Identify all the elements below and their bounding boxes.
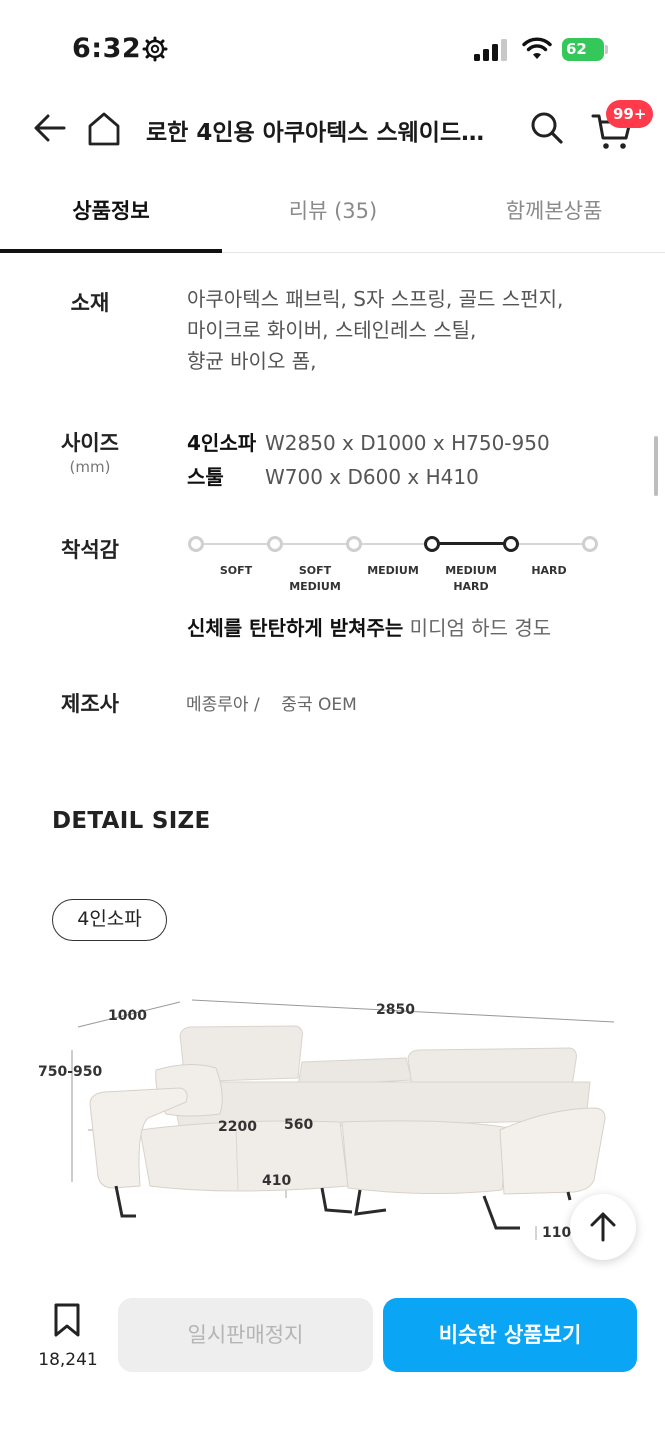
firmness-label: 착석감 [61,538,119,562]
battery-icon: 62 [562,38,608,61]
home-icon[interactable] [84,108,124,150]
firmness-caption-rest: 미디엄 하드 경도 [403,616,552,640]
size-row-value: W2850 x D1000 x H750-950 [265,431,550,455]
size-row: 스툴 W700 x D600 x H410 [187,461,479,490]
detail-size-title: DETAIL SIZE [52,808,211,834]
wifi-icon [522,37,552,59]
firmness-dot [346,536,362,552]
tab-indicator [0,249,222,253]
product-title: 로한 4인용 아쿠아텍스 스웨이드… [146,120,485,146]
back-arrow-icon[interactable] [30,108,70,148]
firmness-level: HARD [531,564,567,577]
search-icon[interactable] [528,108,566,148]
dim-seat-height: 410 [262,1173,292,1189]
material-label: 소재 [70,291,110,315]
firmness-dot-selected [424,536,440,552]
tab-product-info[interactable]: 상품정보 [0,195,222,225]
firmness-level: MEDIUM [367,564,419,577]
scrollbar-thumb[interactable] [654,436,658,496]
sofa-illustration [71,999,615,1240]
tab-bar: 상품정보 리뷰 (35) 함께본상품 [0,185,665,253]
sofa-type-chip[interactable]: 4인소파 [52,899,167,941]
status-time: 6:32 [72,33,142,64]
size-row: 4인소파 W2850 x D1000 x H750-950 [187,427,550,456]
firmness-track [195,543,590,545]
firmness-level: MEDIUM HARD [445,564,497,593]
cart-badge: 99+ [606,100,654,128]
wishlist-count: 18,241 [38,1350,98,1370]
firmness-dot [582,536,598,552]
firmness-caption: 신체를 탄탄하게 받쳐주는 미디엄 하드 경도 [187,612,551,641]
size-label: 사이즈 [61,431,119,455]
size-row-name: 스툴 [187,465,224,489]
header: 로한 4인용 아쿠아텍스 스웨이드… 99+ [0,100,665,160]
dim-height: 750-950 [38,1064,103,1080]
dim-depth: 1000 [108,1008,147,1024]
status-bar: 6:32 62 [0,0,665,100]
size-row-value: W700 x D600 x H410 [265,465,479,489]
dim-width: 2850 [376,1002,415,1018]
bottom-action-bar: 18,241 일시판매정지 비슷한 상품보기 [0,1280,665,1440]
sold-out-button: 일시판매정지 [118,1298,373,1372]
firmness-level: SOFT [219,564,253,577]
maker-value: 메종루아 / 중국 OEM [186,695,357,715]
sofa-dimension-image: 1000 2850 750-950 2200 560 410 110 [30,990,630,1250]
dim-seat-depth: 560 [284,1117,314,1133]
maker-label: 제조사 [61,692,119,716]
firmness-dot [267,536,283,552]
firmness-dot [188,536,204,552]
firmness-scale: SOFT SOFT MEDIUM MEDIUM MEDIUM HARD HARD [188,536,598,606]
material-line: 마이크로 화이버, 스테인레스 스틸, [187,318,477,342]
signal-icon [474,39,507,61]
similar-products-button[interactable]: 비슷한 상품보기 [383,1298,637,1372]
dim-seat-width: 2200 [218,1119,257,1135]
tab-viewed-together[interactable]: 함께본상품 [443,195,665,225]
tab-reviews[interactable]: 리뷰 (35) [222,195,444,225]
material-line: 향균 바이오 폼, [187,349,317,373]
battery-level: 62 [562,38,604,61]
firmness-active-range [431,542,511,545]
wishlist-button[interactable]: 18,241 [30,1294,106,1374]
firmness-level: SOFT MEDIUM [289,564,341,593]
gear-icon [142,36,168,62]
size-row-name: 4인소파 [187,431,257,455]
scroll-top-button[interactable] [570,1194,636,1260]
dim-leg-height: 110 [542,1225,572,1241]
material-line: 아쿠아텍스 패브릭, S자 스프링, 골드 스펀지, [187,287,564,311]
material-value: 아쿠아텍스 패브릭, S자 스프링, 골드 스펀지, 마이크로 화이버, 스테인… [187,284,563,377]
arrow-up-icon [590,1212,616,1242]
size-unit: (mm) [69,458,111,476]
firmness-dot-selected [503,536,519,552]
bookmark-icon [54,1303,80,1337]
firmness-caption-strong: 신체를 탄탄하게 받쳐주는 [187,616,404,640]
